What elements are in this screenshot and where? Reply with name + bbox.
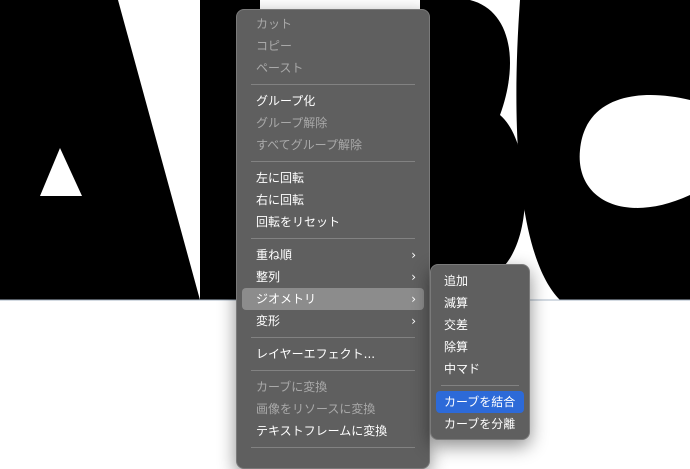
menu-item-transform-label: 変形 <box>256 314 281 328</box>
menu-item-rotate-right[interactable]: 右に回転 <box>242 189 424 211</box>
menu-separator <box>251 370 415 371</box>
submenu-item-add[interactable]: 追加 <box>436 270 524 292</box>
menu-item-layer-effects[interactable]: レイヤーエフェクト... <box>242 343 424 365</box>
menu-item-cut[interactable]: カット <box>242 13 424 35</box>
submenu-item-subtract[interactable]: 減算 <box>436 292 524 314</box>
menu-item-geometry[interactable]: ジオメトリ › <box>242 288 424 310</box>
menu-item-ungroup[interactable]: グループ解除 <box>242 112 424 134</box>
menu-item-image-to-resource[interactable]: 画像をリソースに変換 <box>242 398 424 420</box>
chevron-right-icon: › <box>411 248 416 262</box>
geometry-submenu: 追加 減算 交差 除算 中マド カーブを結合 カーブを分離 <box>430 264 530 440</box>
menu-separator <box>251 238 415 239</box>
menu-item-ungroup-all[interactable]: すべてグループ解除 <box>242 134 424 156</box>
submenu-item-separate-curves[interactable]: カーブを分離 <box>436 413 524 435</box>
menu-separator <box>251 447 415 448</box>
chevron-right-icon: › <box>411 292 416 306</box>
menu-item-transform[interactable]: 変形 › <box>242 310 424 332</box>
submenu-separator <box>441 385 519 386</box>
menu-separator <box>251 84 415 85</box>
menu-item-reset-rotation[interactable]: 回転をリセット <box>242 211 424 233</box>
menu-item-copy[interactable]: コピー <box>242 35 424 57</box>
menu-item-convert-to-curves[interactable]: カーブに変換 <box>242 376 424 398</box>
chevron-right-icon: › <box>411 270 416 284</box>
menu-item-order[interactable]: 重ね順 › <box>242 244 424 266</box>
menu-item-order-label: 重ね順 <box>256 248 293 262</box>
submenu-item-combine-curves[interactable]: カーブを結合 <box>436 391 524 413</box>
menu-separator <box>251 161 415 162</box>
menu-separator <box>251 337 415 338</box>
menu-item-rotate-left[interactable]: 左に回転 <box>242 167 424 189</box>
letter-c-shape[interactable] <box>516 0 690 300</box>
chevron-right-icon: › <box>411 314 416 328</box>
submenu-item-intersect[interactable]: 交差 <box>436 314 524 336</box>
menu-item-geometry-label: ジオメトリ <box>256 292 317 306</box>
menu-item-align[interactable]: 整列 › <box>242 266 424 288</box>
letter-b-bowl[interactable] <box>420 0 526 300</box>
letter-a-shape[interactable] <box>0 0 200 300</box>
menu-item-convert-to-text-frame[interactable]: テキストフレームに変換 <box>242 420 424 442</box>
submenu-item-xor[interactable]: 中マド <box>436 358 524 380</box>
submenu-item-divide[interactable]: 除算 <box>436 336 524 358</box>
context-menu: カット コピー ペースト グループ化 グループ解除 すべてグループ解除 左に回転… <box>236 9 430 469</box>
menu-item-paste[interactable]: ペースト <box>242 57 424 79</box>
menu-item-group[interactable]: グループ化 <box>242 90 424 112</box>
menu-item-align-label: 整列 <box>256 270 281 284</box>
